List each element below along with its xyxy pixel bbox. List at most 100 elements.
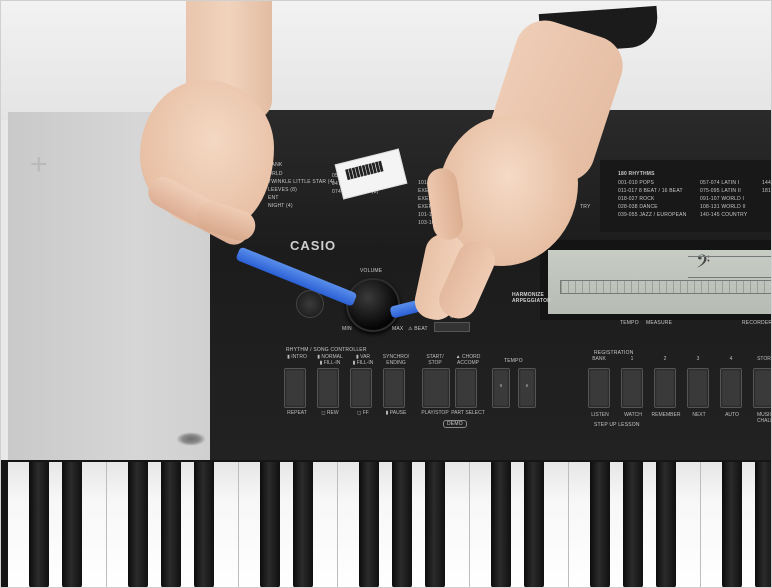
rhythm-controller-button[interactable] <box>383 368 405 408</box>
registration-button[interactable] <box>753 368 772 408</box>
rhythm-controller-button[interactable] <box>317 368 339 408</box>
rhythm-item: 075-095 LATIN II <box>700 188 741 194</box>
rhythm-list-c: 144 181 <box>762 180 771 196</box>
song-bank-list: ORLD TWINKLE LITTLE STAR (4) LEEVES (8) ENT… <box>268 171 334 211</box>
registration-button-bottom-label: NEXT <box>692 412 706 418</box>
demo-label: DEMO <box>443 420 467 428</box>
rhythm-item: 144 <box>762 180 771 186</box>
photo-scene: + BANK ORLD TWINKLE LITTLE STAR (4) LEEVES… <box>0 0 772 588</box>
rhythm-button-top-label: ▮ VAR ▮ FILL-IN <box>352 354 374 366</box>
registration-button-top-label: STOR <box>757 356 771 362</box>
harmonize-label: HARMONIZE ARPEGGIATOR <box>512 292 551 304</box>
black-key[interactable] <box>392 462 412 588</box>
song-bank-item: NIGHT (4) <box>268 203 293 209</box>
beat-label: ⚠ BEAT <box>408 326 428 332</box>
rhythm-button-top-label: ▲ CHORD ACCOMP <box>455 354 481 366</box>
registration-button[interactable] <box>687 368 709 408</box>
black-key[interactable] <box>590 462 610 588</box>
power-button[interactable] <box>296 290 324 318</box>
rhythm-controller-button[interactable] <box>455 368 477 408</box>
rhythm-button-bottom-label: PART SELECT <box>451 410 485 416</box>
black-key[interactable] <box>293 462 313 588</box>
casing-plus-mark: + <box>30 148 48 181</box>
black-key[interactable] <box>491 462 511 588</box>
rhythm-button-top-label: START/ STOP <box>426 354 444 366</box>
tempo-label: TEMPO <box>504 358 523 364</box>
rhythm-controller-button[interactable] <box>422 368 450 408</box>
lcd-keyboard-strip <box>560 280 772 294</box>
casio-logo: CASIO <box>290 238 337 253</box>
registration-button[interactable] <box>654 368 676 408</box>
rhythm-list-b: 057-074 LATIN I 075-095 LATIN II 091-107 W… <box>700 180 747 220</box>
volume-min-label: MIN <box>342 326 352 332</box>
rhythm-list-a: 001-010 POPS 011-017 8 BEAT / 16 BEAT 018-… <box>618 180 687 220</box>
lcd-display: 𝄢 <box>548 250 772 314</box>
rhythm-controller-label: RHYTHM / SONG CONTROLLER <box>286 347 367 353</box>
registration-button-top-label: 1 <box>630 356 634 362</box>
song-bank-item: LEEVES (8) <box>268 187 297 193</box>
black-key[interactable] <box>359 462 379 588</box>
rhythm-item: 140-145 COUNTRY <box>700 212 748 218</box>
black-key[interactable] <box>260 462 280 588</box>
country-label: TRY <box>580 204 591 210</box>
lcd-staff <box>688 256 772 278</box>
piano-keyboard <box>0 460 772 588</box>
registration-button[interactable] <box>621 368 643 408</box>
rhythm-item: 091-107 WORLD I <box>700 196 745 202</box>
song-bank-item: ORLD <box>268 171 283 177</box>
song-bank-item: TWINKLE LITTLE STAR (4) <box>268 179 335 185</box>
registration-button-top-label: 3 <box>696 356 700 362</box>
rhythm-button-bottom-label: ◻ REW <box>321 410 339 416</box>
registration-button-top-label: BANK <box>592 356 606 362</box>
rhythms-header: 180 RHYTHMS <box>618 171 655 177</box>
lcd-label: RECORDER <box>742 320 772 326</box>
black-key[interactable] <box>755 462 772 588</box>
rhythm-item: 001-010 POPS <box>618 180 655 186</box>
rhythm-item: 057-074 LATIN I <box>700 180 740 186</box>
black-key[interactable] <box>29 462 49 588</box>
tempo-up-icon: ∧ <box>525 383 529 389</box>
rhythm-button-bottom-label: ◻ FF <box>357 410 369 416</box>
rhythm-controller-button[interactable] <box>350 368 372 408</box>
tempo-down-button[interactable]: ∨ <box>492 368 510 408</box>
black-key[interactable] <box>524 462 544 588</box>
black-key[interactable] <box>656 462 676 588</box>
rhythm-button-top-label: SYNCHRO/ ENDING <box>382 354 410 366</box>
black-key[interactable] <box>128 462 148 588</box>
phone-button[interactable] <box>434 322 470 332</box>
song-bank-item: ENT <box>268 195 279 201</box>
black-key[interactable] <box>623 462 643 588</box>
rhythm-item: 011-017 8 BEAT / 16 BEAT <box>618 188 683 194</box>
black-key[interactable] <box>161 462 181 588</box>
registration-button-bottom-label: WATCH <box>624 412 642 418</box>
casing-scratch <box>176 432 206 446</box>
tempo-down-icon: ∨ <box>499 383 503 389</box>
rhythm-button-top-label: ▮ INTRO <box>287 354 307 360</box>
rhythm-item: 108-131 WORLD II <box>700 204 746 210</box>
rhythm-item: 181 <box>762 188 771 194</box>
registration-button-bottom-label: AUTO <box>725 412 739 418</box>
registration-button[interactable] <box>588 368 610 408</box>
tempo-up-button[interactable]: ∧ <box>518 368 536 408</box>
registration-button-bottom-label: MUSIC CHALL <box>756 412 772 424</box>
volume-max-label: MAX <box>392 326 404 332</box>
rhythm-button-bottom-label: PLAY/STOP <box>421 410 449 416</box>
registration-button[interactable] <box>720 368 742 408</box>
volume-knob[interactable] <box>346 278 400 332</box>
black-key[interactable] <box>62 462 82 588</box>
black-key[interactable] <box>425 462 445 588</box>
step-up-lesson-label: STEP UP LESSON <box>594 422 640 428</box>
rhythm-item: 039-055 JAZZ / EUROPEAN <box>618 212 687 218</box>
registration-button-top-label: 2 <box>663 356 667 362</box>
rhythm-controller-button[interactable] <box>284 368 306 408</box>
rhythm-button-bottom-label: REPEAT <box>287 410 307 416</box>
registration-button-bottom-label: LISTEN <box>591 412 609 418</box>
rhythm-item: 028-038 DANCE <box>618 204 658 210</box>
black-key[interactable] <box>194 462 214 588</box>
rhythm-button-bottom-label: ▮ PAUSE <box>385 410 407 416</box>
registration-button-bottom-label: REMEMBER <box>651 412 681 418</box>
registration-button-top-label: 4 <box>729 356 733 362</box>
lcd-label: TEMPO <box>620 320 639 326</box>
barcode: ▌▌▌▌▌▌▌▌▌▌▌ <box>345 161 385 181</box>
black-key[interactable] <box>722 462 742 588</box>
